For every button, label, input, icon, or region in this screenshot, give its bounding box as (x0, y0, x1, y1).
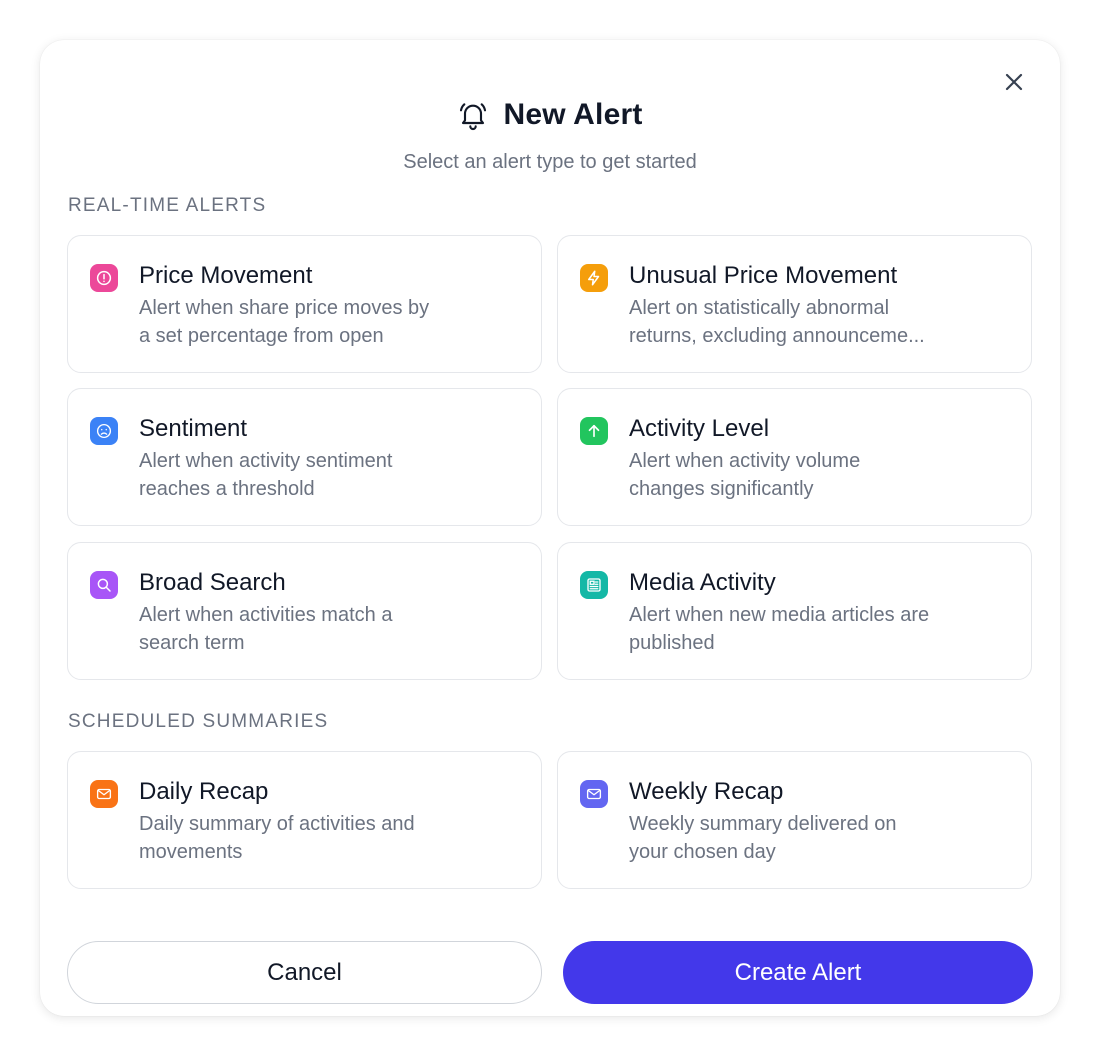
card-description: Alert when activity volume changes signi… (629, 447, 989, 503)
card-description: Daily summary of activities and movement… (139, 810, 499, 866)
card-description-line: returns, excluding announceme... (629, 325, 925, 347)
card-title: Broad Search (139, 569, 286, 596)
card-description-line: Alert when activities match a (139, 604, 393, 626)
card-description-line: movements (139, 841, 243, 863)
dialog-title: New Alert (503, 98, 643, 131)
bell-icon (457, 99, 489, 131)
alert-type-media-activity[interactable]: Media Activity Alert when new media arti… (557, 542, 1032, 680)
alert-type-sentiment[interactable]: Sentiment Alert when activity sentiment … (67, 388, 542, 526)
close-button[interactable] (998, 67, 1030, 99)
dialog-subtitle: Select an alert type to get started (403, 151, 697, 173)
card-title: Unusual Price Movement (629, 262, 898, 289)
card-description-line: search term (139, 632, 245, 654)
card-title: Weekly Recap (629, 778, 784, 805)
card-description-line: your chosen day (629, 841, 776, 863)
card-description: Alert when new media articles are publis… (629, 601, 989, 657)
dialog-header: New Alert (40, 98, 1060, 132)
close-icon (1002, 70, 1026, 97)
card-description-line: published (629, 632, 715, 654)
new-alert-dialog: New Alert Select an alert type to get st… (40, 40, 1060, 1016)
lightning-icon (580, 264, 608, 292)
frown-face-icon (90, 417, 118, 445)
card-description: Weekly summary delivered on your chosen … (629, 810, 989, 866)
alert-circle-icon (90, 264, 118, 292)
card-description-line: Alert when new media articles are (629, 604, 930, 626)
card-title: Sentiment (139, 415, 248, 442)
card-description: Alert on statistically abnormal returns,… (629, 294, 989, 350)
card-title: Price Movement (139, 262, 313, 289)
card-title: Activity Level (629, 415, 770, 442)
card-description-line: Alert when share price moves by (139, 297, 430, 319)
card-description: Alert when share price moves by a set pe… (139, 294, 499, 350)
alert-type-broad-search[interactable]: Broad Search Alert when activities match… (67, 542, 542, 680)
cancel-button[interactable]: Cancel (67, 941, 542, 1004)
card-description: Alert when activity sentiment reaches a … (139, 447, 499, 503)
arrow-up-icon (580, 417, 608, 445)
alert-type-weekly-recap[interactable]: Weekly Recap Weekly summary delivered on… (557, 751, 1032, 889)
section-heading-realtime: REAL-TIME ALERTS (68, 195, 267, 216)
alert-type-daily-recap[interactable]: Daily Recap Daily summary of activities … (67, 751, 542, 889)
card-description: Alert when activities match a search ter… (139, 601, 499, 657)
newspaper-icon (580, 571, 608, 599)
alert-type-activity-level[interactable]: Activity Level Alert when activity volum… (557, 388, 1032, 526)
card-description-line: a set percentage from open (139, 325, 384, 347)
mail-icon (580, 780, 608, 808)
card-description-line: Weekly summary delivered on (629, 813, 897, 835)
card-description-line: Alert when activity volume (629, 450, 861, 472)
card-description-line: changes significantly (629, 478, 814, 500)
mail-icon (90, 780, 118, 808)
card-description-line: reaches a threshold (139, 478, 315, 500)
search-icon (90, 571, 118, 599)
alert-type-price-movement[interactable]: Price Movement Alert when share price mo… (67, 235, 542, 373)
card-title: Media Activity (629, 569, 776, 596)
card-description-line: Alert on statistically abnormal (629, 297, 890, 319)
alert-type-unusual-price-movement[interactable]: Unusual Price Movement Alert on statisti… (557, 235, 1032, 373)
section-heading-scheduled: SCHEDULED SUMMARIES (68, 711, 329, 732)
card-title: Daily Recap (139, 778, 269, 805)
create-alert-button[interactable]: Create Alert (563, 941, 1033, 1004)
card-description-line: Alert when activity sentiment (139, 450, 393, 472)
card-description-line: Daily summary of activities and (139, 813, 415, 835)
